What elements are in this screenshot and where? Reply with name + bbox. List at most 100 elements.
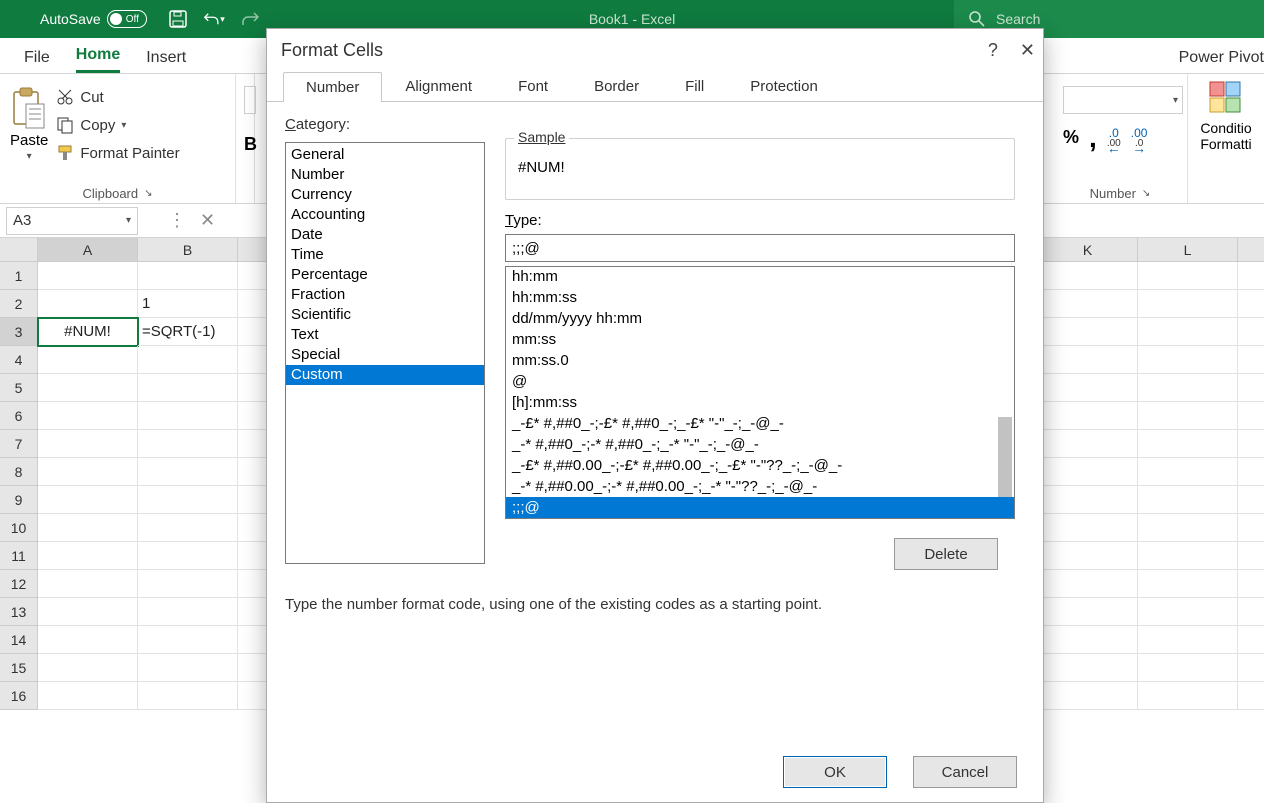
cell-B2[interactable]: 1: [138, 290, 238, 318]
row-header-15[interactable]: 15: [0, 654, 38, 682]
cell-K10[interactable]: [1038, 514, 1138, 542]
cell-A11[interactable]: [38, 542, 138, 570]
cell-K13[interactable]: [1038, 598, 1138, 626]
row-header-16[interactable]: 16: [0, 682, 38, 710]
cell-A14[interactable]: [38, 626, 138, 654]
row-header-9[interactable]: 9: [0, 486, 38, 514]
cell-A6[interactable]: [38, 402, 138, 430]
category-item[interactable]: Number: [286, 165, 484, 185]
cell-B1[interactable]: [138, 262, 238, 290]
type-item[interactable]: mm:ss: [506, 329, 1014, 350]
type-item[interactable]: @: [506, 371, 1014, 392]
cell-L8[interactable]: [1138, 458, 1238, 486]
cell-B4[interactable]: [138, 346, 238, 374]
help-icon[interactable]: ?: [988, 40, 998, 61]
redo-icon[interactable]: [239, 8, 261, 30]
cell-B8[interactable]: [138, 458, 238, 486]
scrollbar-thumb[interactable]: [998, 417, 1012, 497]
category-item[interactable]: Percentage: [286, 265, 484, 285]
cell-A7[interactable]: [38, 430, 138, 458]
cell-B16[interactable]: [138, 682, 238, 710]
cell-K4[interactable]: [1038, 346, 1138, 374]
cell-A10[interactable]: [38, 514, 138, 542]
percent-button[interactable]: %: [1063, 127, 1079, 148]
cell-L10[interactable]: [1138, 514, 1238, 542]
cell-M12[interactable]: [1238, 570, 1264, 598]
cell-L3[interactable]: [1138, 318, 1238, 346]
increase-decimal-button[interactable]: .0←.00: [1107, 126, 1121, 149]
cell-L5[interactable]: [1138, 374, 1238, 402]
cell-M9[interactable]: [1238, 486, 1264, 514]
column-header-A[interactable]: A: [38, 238, 138, 262]
row-header-8[interactable]: 8: [0, 458, 38, 486]
ok-button[interactable]: OK: [783, 756, 887, 788]
dialog-tab-number[interactable]: Number: [283, 72, 382, 102]
cell-M13[interactable]: [1238, 598, 1264, 626]
cell-B10[interactable]: [138, 514, 238, 542]
type-item[interactable]: _-£* #,##0_-;-£* #,##0_-;_-£* "-"_-;_-@_…: [506, 413, 1014, 434]
cell-M7[interactable]: [1238, 430, 1264, 458]
delete-button[interactable]: Delete: [894, 538, 998, 570]
category-item[interactable]: Text: [286, 325, 484, 345]
cell-B11[interactable]: [138, 542, 238, 570]
cell-K7[interactable]: [1038, 430, 1138, 458]
row-header-7[interactable]: 7: [0, 430, 38, 458]
cut-button[interactable]: Cut: [56, 88, 179, 106]
row-header-3[interactable]: 3: [0, 318, 38, 346]
cell-M8[interactable]: [1238, 458, 1264, 486]
cell-B14[interactable]: [138, 626, 238, 654]
cell-L16[interactable]: [1138, 682, 1238, 710]
category-item[interactable]: Special: [286, 345, 484, 365]
category-item[interactable]: Currency: [286, 185, 484, 205]
type-item[interactable]: ;;;@: [506, 497, 1014, 518]
dialog-tab-border[interactable]: Border: [571, 71, 662, 101]
type-item[interactable]: [h]:mm:ss: [506, 392, 1014, 413]
cell-A2[interactable]: [38, 290, 138, 318]
decrease-decimal-button[interactable]: .00→.0: [1131, 126, 1148, 149]
row-header-2[interactable]: 2: [0, 290, 38, 318]
dialog-tab-protection[interactable]: Protection: [727, 71, 841, 101]
cell-A8[interactable]: [38, 458, 138, 486]
row-header-14[interactable]: 14: [0, 626, 38, 654]
number-format-dropdown[interactable]: ▾: [1063, 86, 1183, 114]
cell-L9[interactable]: [1138, 486, 1238, 514]
cell-K12[interactable]: [1038, 570, 1138, 598]
cell-K3[interactable]: [1038, 318, 1138, 346]
cell-K11[interactable]: [1038, 542, 1138, 570]
type-item[interactable]: _-* #,##0_-;-* #,##0_-;_-* "-"_-;_-@_-: [506, 434, 1014, 455]
type-item[interactable]: _-£* #,##0.00_-;-£* #,##0.00_-;_-£* "-"?…: [506, 455, 1014, 476]
autosave-toggle[interactable]: Off: [107, 10, 147, 28]
dialog-launcher-icon[interactable]: ↘: [144, 188, 152, 199]
category-item[interactable]: Accounting: [286, 205, 484, 225]
category-item[interactable]: General: [286, 145, 484, 165]
cell-M2[interactable]: [1238, 290, 1264, 318]
paste-button[interactable]: Paste ▾: [10, 80, 48, 162]
column-header-M[interactable]: M: [1238, 238, 1264, 262]
row-header-6[interactable]: 6: [0, 402, 38, 430]
cell-B6[interactable]: [138, 402, 238, 430]
cell-M6[interactable]: [1238, 402, 1264, 430]
dialog-titlebar[interactable]: Format Cells ? ✕: [267, 29, 1043, 71]
cell-M16[interactable]: [1238, 682, 1264, 710]
select-all-corner[interactable]: [0, 238, 38, 262]
row-header-12[interactable]: 12: [0, 570, 38, 598]
tab-file[interactable]: File: [24, 49, 50, 73]
cell-B9[interactable]: [138, 486, 238, 514]
cell-M1[interactable]: [1238, 262, 1264, 290]
category-list[interactable]: GeneralNumberCurrencyAccountingDateTimeP…: [285, 142, 485, 564]
cell-A12[interactable]: [38, 570, 138, 598]
cell-B3[interactable]: =SQRT(-1): [138, 318, 238, 346]
undo-icon[interactable]: ▾: [203, 8, 225, 30]
cell-K9[interactable]: [1038, 486, 1138, 514]
cell-B15[interactable]: [138, 654, 238, 682]
cell-M3[interactable]: [1238, 318, 1264, 346]
cell-K2[interactable]: [1038, 290, 1138, 318]
cell-M5[interactable]: [1238, 374, 1264, 402]
cell-K16[interactable]: [1038, 682, 1138, 710]
format-painter-button[interactable]: Format Painter: [56, 144, 179, 162]
cell-L7[interactable]: [1138, 430, 1238, 458]
category-item[interactable]: Fraction: [286, 285, 484, 305]
category-item[interactable]: Date: [286, 225, 484, 245]
cell-A9[interactable]: [38, 486, 138, 514]
cell-K15[interactable]: [1038, 654, 1138, 682]
